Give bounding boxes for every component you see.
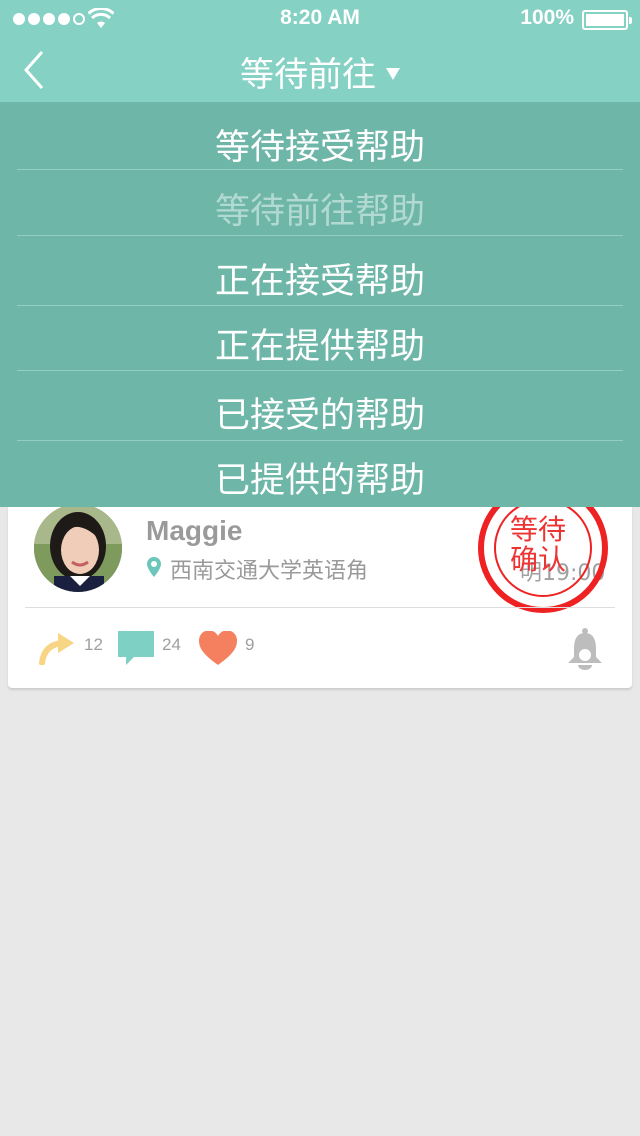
menu-item-accepting[interactable]: 正在接受帮助: [0, 253, 640, 304]
help-card[interactable]: Maggie 西南交通大学英语角 明19:00 等待确认 12 24 9: [8, 507, 632, 688]
menu-item-waiting-go[interactable]: 等待前往帮助: [0, 183, 640, 234]
menu-divider: [17, 235, 623, 236]
comment-icon[interactable]: [118, 631, 154, 667]
menu-divider: [17, 440, 623, 441]
user-name[interactable]: Maggie: [146, 515, 242, 547]
stamp-text: 等待确认: [510, 513, 567, 576]
avatar[interactable]: [34, 507, 122, 592]
top-bar: 8:20 AM 100% 等待前往: [0, 0, 640, 102]
status-stamp: 等待确认: [478, 507, 608, 613]
menu-item-accepted[interactable]: 已接受的帮助: [0, 387, 640, 438]
share-icon[interactable]: [38, 631, 76, 665]
filter-dropdown-menu: 等待接受帮助 等待前往帮助 正在接受帮助 正在提供帮助 已接受的帮助 已提供的帮…: [0, 102, 640, 507]
menu-divider: [17, 370, 623, 371]
heart-icon[interactable]: [199, 631, 237, 665]
menu-item-provided[interactable]: 已提供的帮助: [0, 452, 640, 503]
caret-down-icon: [386, 67, 400, 80]
nav-title-dropdown[interactable]: 等待前往: [0, 47, 640, 96]
menu-divider: [17, 305, 623, 306]
battery-icon: [582, 10, 632, 30]
like-count: 9: [245, 635, 255, 654]
location-pin-icon: [147, 557, 161, 577]
card-divider: [25, 607, 615, 608]
bell-icon[interactable]: [566, 627, 604, 671]
share-count: 12: [84, 635, 103, 654]
menu-item-providing[interactable]: 正在提供帮助: [0, 318, 640, 369]
menu-item-waiting-accept[interactable]: 等待接受帮助: [0, 119, 640, 170]
status-bar: 8:20 AM 100%: [0, 0, 640, 40]
comment-count: 24: [162, 635, 181, 654]
menu-divider: [17, 169, 623, 170]
nav-title: 等待前往: [240, 55, 376, 95]
battery-percent: 100%: [520, 6, 574, 29]
location-text: 西南交通大学英语角: [170, 559, 369, 584]
